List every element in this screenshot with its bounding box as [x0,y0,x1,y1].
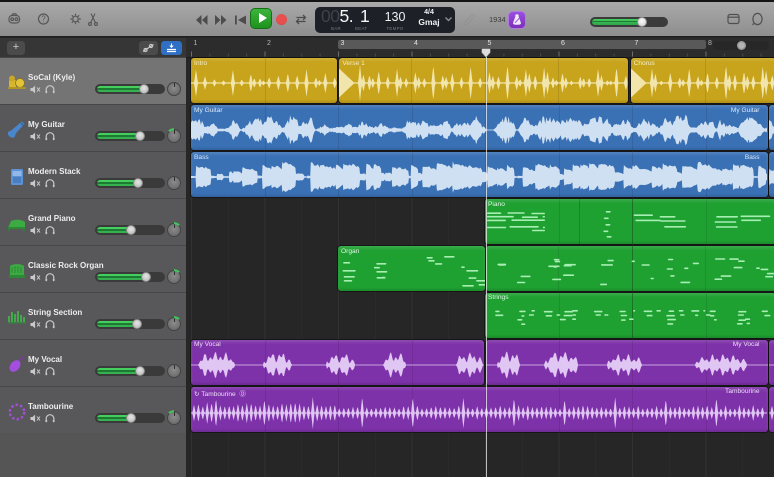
svg-text:?: ? [41,15,46,24]
